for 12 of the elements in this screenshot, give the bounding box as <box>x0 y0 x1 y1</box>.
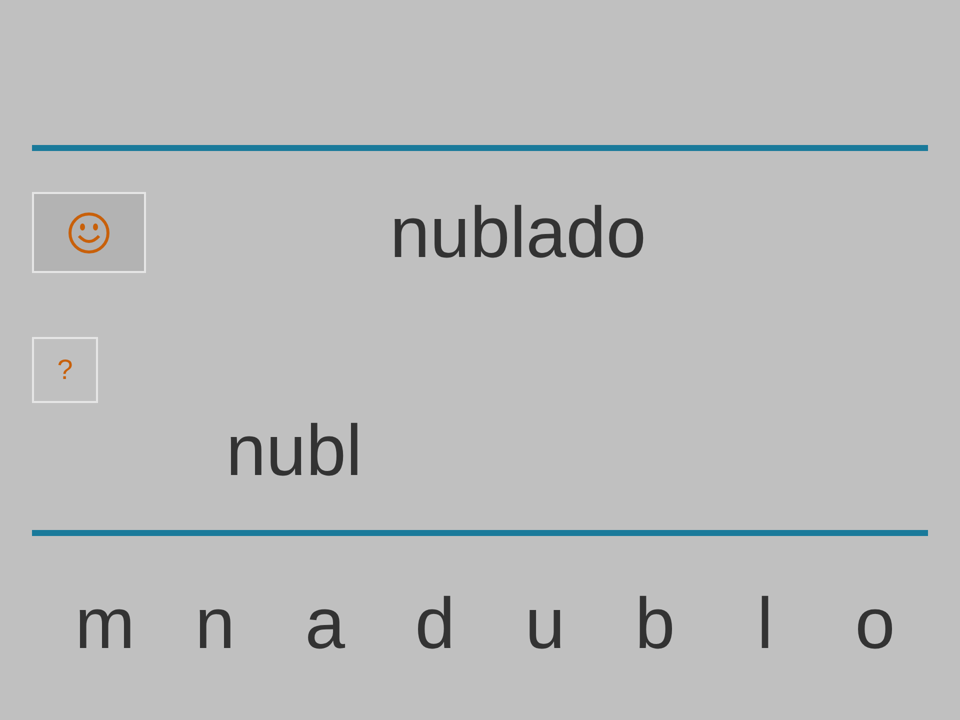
letter-choice[interactable]: b <box>600 584 710 664</box>
letter-choice[interactable]: u <box>490 584 600 664</box>
smiley-icon <box>67 210 111 254</box>
letter-choice[interactable]: d <box>380 584 490 664</box>
smiley-button[interactable] <box>32 192 146 273</box>
letter-choice[interactable]: m <box>50 584 160 664</box>
letter-choice[interactable]: l <box>710 584 820 664</box>
letter-choice[interactable]: n <box>160 584 270 664</box>
target-word: nublado <box>388 192 646 272</box>
answer-text: nubl <box>226 411 362 491</box>
letter-choice[interactable]: o <box>820 584 930 664</box>
letter-choice[interactable]: a <box>270 584 380 664</box>
